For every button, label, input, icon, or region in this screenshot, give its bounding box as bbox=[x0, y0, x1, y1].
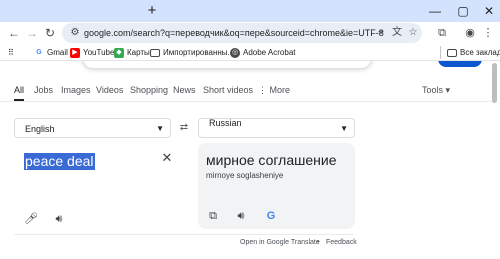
search-box[interactable] bbox=[82, 61, 372, 69]
tools-dropdown[interactable]: Tools ▾ bbox=[422, 83, 450, 97]
google-logo-edge[interactable] bbox=[44, 61, 52, 65]
translation-text: мирное соглашение bbox=[206, 152, 337, 168]
translation-panel: мирное соглашение mirnoye soglasheniye ⧉… bbox=[198, 143, 355, 229]
transliteration-text: mirnoye soglasheniye bbox=[206, 171, 284, 180]
sign-in-button[interactable] bbox=[438, 61, 482, 67]
maximize-button[interactable]: ▢ bbox=[452, 2, 474, 20]
microphone-icon[interactable]: 🎤︎ bbox=[24, 212, 38, 226]
source-language-select[interactable]: English ▼ bbox=[14, 118, 171, 138]
open-in-google-translate-link[interactable]: Open in Google Translate bbox=[240, 238, 320, 248]
swap-languages-icon[interactable]: ⇄ bbox=[176, 123, 192, 133]
tabs-divider bbox=[0, 101, 492, 102]
tab-news[interactable]: News bbox=[173, 83, 196, 97]
tab-images[interactable]: Images bbox=[61, 83, 91, 97]
bookmark-maps[interactable]: ◆ Карты bbox=[114, 46, 150, 59]
tab-short-videos[interactable]: Short videos bbox=[203, 83, 253, 97]
tab-jobs[interactable]: Jobs bbox=[34, 83, 53, 97]
browser-toolbar: ← → ↻ ⚙ google.com/search?q=переводчик&o… bbox=[0, 22, 500, 44]
bookmark-imported-folder[interactable]: Импортированны... bbox=[150, 46, 234, 59]
caret-down-icon: ▼ bbox=[156, 124, 164, 133]
caret-down-icon: ▼ bbox=[340, 124, 348, 133]
google-g-icon[interactable]: G bbox=[264, 209, 278, 223]
site-info-icon[interactable]: ⚙ bbox=[68, 26, 82, 40]
google-icon: G bbox=[34, 47, 44, 58]
back-arrow-icon[interactable]: ← bbox=[6, 25, 22, 41]
new-tab-button[interactable]: + bbox=[144, 3, 160, 19]
address-url[interactable]: google.com/search?q=переводчик&oq=пере&s… bbox=[84, 27, 384, 39]
source-text-input[interactable]: peace deal bbox=[24, 153, 95, 170]
close-window-button[interactable]: ✕ bbox=[478, 2, 500, 20]
speaker-icon[interactable]: 🔊︎ bbox=[52, 212, 66, 226]
bookmark-youtube[interactable]: ▶ YouTube bbox=[70, 46, 114, 59]
bookmark-adobe-acrobat[interactable]: ◎ Adobe Acrobat bbox=[230, 46, 295, 59]
search-tabs: All Jobs Images Videos Shopping News Sho… bbox=[0, 83, 500, 101]
bookmarks-bar: ⠿ G Gmail ▶ YouTube ◆ Карты Импортирован… bbox=[0, 44, 500, 61]
translator-footer-divider bbox=[14, 234, 354, 235]
search-results-page: All Jobs Images Videos Shopping News Sho… bbox=[0, 61, 500, 259]
tab-all[interactable]: All bbox=[14, 83, 24, 97]
tab-videos[interactable]: Videos bbox=[96, 83, 123, 97]
address-bar[interactable]: ⚙ google.com/search?q=переводчик&oq=пере… bbox=[62, 23, 422, 43]
extensions-icon[interactable]: ⧉ bbox=[434, 25, 450, 41]
feedback-link[interactable]: Feedback bbox=[326, 238, 357, 248]
clear-text-icon[interactable]: ✕ bbox=[160, 151, 174, 165]
bookmark-gmail[interactable]: G Gmail bbox=[34, 46, 68, 59]
caret-down-icon: ▾ bbox=[445, 85, 451, 95]
reload-icon[interactable]: ↻ bbox=[42, 25, 58, 41]
translate-page-icon[interactable]: 文 bbox=[390, 26, 404, 40]
tab-more[interactable]: ⋮ More bbox=[258, 83, 290, 97]
footer-separator: • bbox=[317, 239, 320, 246]
folder-icon bbox=[150, 48, 160, 57]
tab-shopping[interactable]: Shopping bbox=[130, 83, 168, 97]
tab-strip: + — ▢ ✕ bbox=[0, 0, 500, 22]
chrome-menu-icon[interactable]: ⋮ bbox=[480, 25, 496, 41]
minimize-button[interactable]: — bbox=[424, 2, 446, 20]
copy-icon[interactable]: ⧉ bbox=[206, 209, 220, 223]
youtube-icon: ▶ bbox=[70, 47, 80, 58]
profile-avatar-icon[interactable]: ◉ bbox=[462, 25, 478, 41]
maps-icon: ◆ bbox=[114, 47, 124, 58]
bookmark-star-icon[interactable]: ☆ bbox=[406, 26, 420, 40]
all-bookmarks[interactable]: Все закладки bbox=[440, 46, 500, 59]
location-pin-icon[interactable]: ⌖ bbox=[374, 26, 388, 40]
forward-arrow-icon[interactable]: → bbox=[24, 25, 40, 41]
speaker-icon[interactable]: 🔊︎ bbox=[234, 209, 248, 223]
acrobat-icon: ◎ bbox=[230, 47, 240, 58]
apps-grid-icon[interactable]: ⠿ bbox=[8, 46, 14, 59]
folder-icon bbox=[447, 48, 457, 57]
target-language-select[interactable]: Russian ▼ bbox=[198, 118, 355, 138]
